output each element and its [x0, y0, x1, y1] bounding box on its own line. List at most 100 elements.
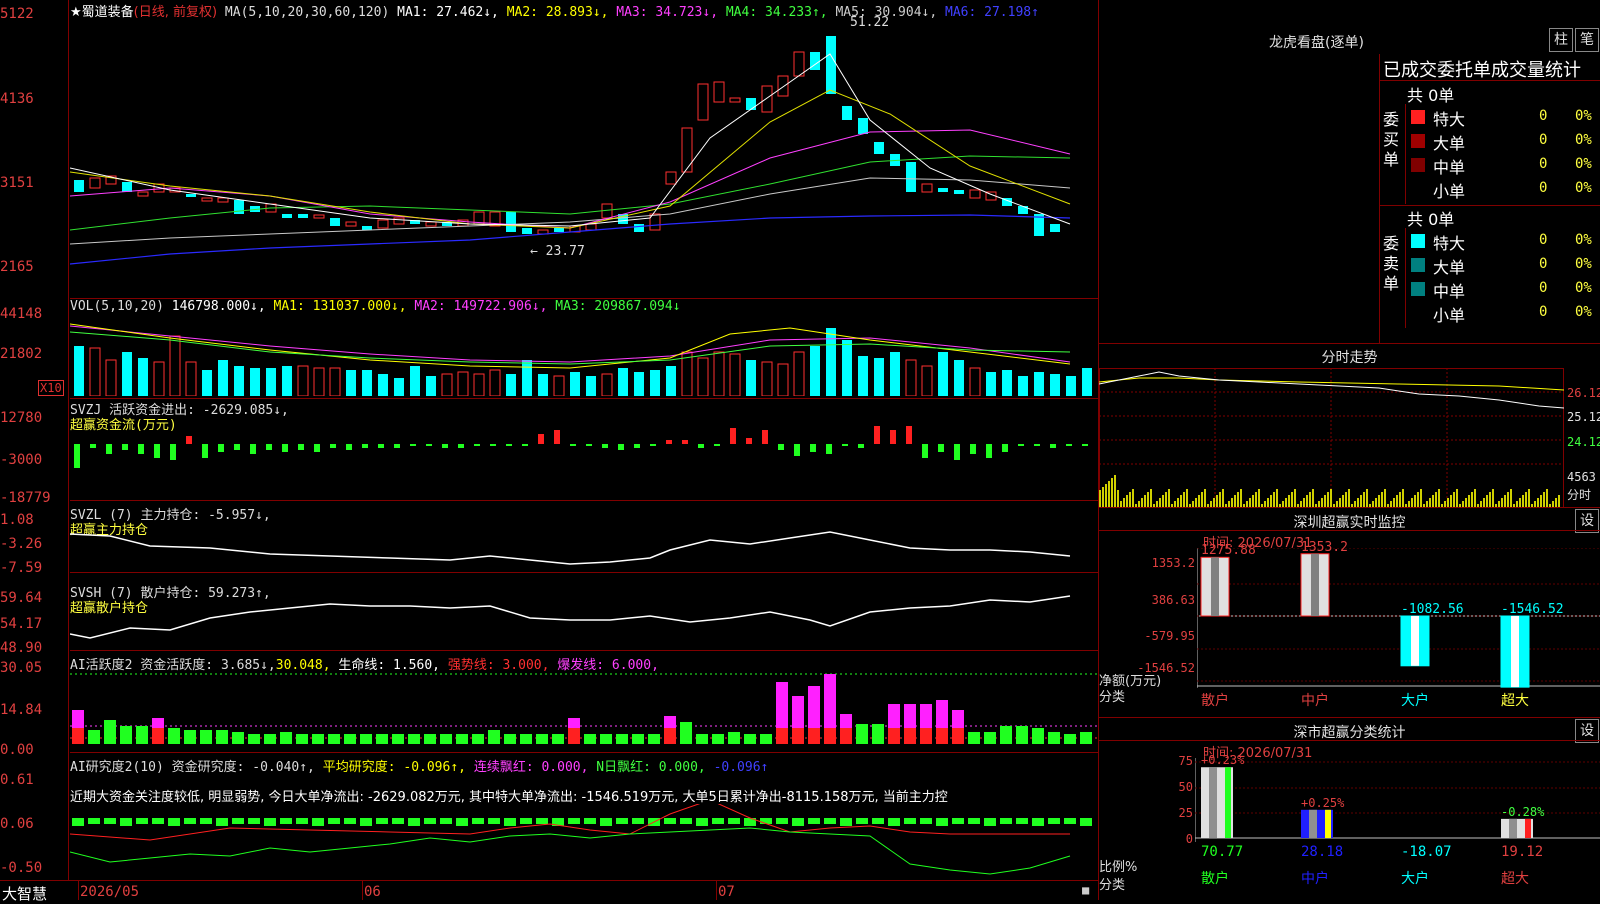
sell-swatch: [1411, 306, 1425, 320]
ai2-tick: 0.06: [0, 816, 34, 832]
sell-row-pct: 0%: [1575, 232, 1592, 248]
intraday-panel[interactable]: 分时走势 26.12 25.12 24.12 4563 分时: [1099, 343, 1600, 508]
ai2-commentary: 近期大资金关注度较低, 明显弱势, 今日大单净流出: -2629.082万元, …: [70, 790, 948, 805]
volume-header: VOL(5,10,20) 146798.000↓, MA1: 131037.00…: [70, 299, 681, 314]
ai2-tick: -0.50: [0, 860, 43, 876]
buy-label: 委买单: [1383, 110, 1400, 169]
intraday-volume: 4563: [1567, 470, 1596, 484]
classstat-bar-value: 70.77: [1201, 844, 1244, 860]
sell-row-value: 0: [1539, 280, 1548, 296]
buy-row-value: 0: [1539, 132, 1548, 148]
candles: [74, 36, 1060, 236]
classstat-bar-value: 28.18: [1301, 844, 1344, 860]
intraday-price: 25.12: [1567, 410, 1600, 424]
sell-row-pct: 0%: [1575, 256, 1592, 272]
monitor-bar-value: 1353.2: [1301, 539, 1348, 555]
sell-row-value: 0: [1539, 304, 1548, 320]
monitor-bar-value: -1546.52: [1501, 602, 1564, 617]
svzj-chart: [74, 426, 1088, 468]
svzl-tick: -7.59: [0, 560, 43, 576]
classstat-panel[interactable]: 深市超赢分类统计 设 时间: 2026/07/31 75 50 25 0 比例%…: [1099, 717, 1600, 901]
classstat-category: 超大: [1501, 871, 1529, 887]
ai2-tick: 0.61: [0, 772, 34, 788]
price-tick: 5122: [0, 6, 34, 22]
sell-swatch: [1411, 234, 1425, 248]
svzj-tick: -3000: [0, 452, 43, 468]
classstat-bar-value: -18.07: [1401, 844, 1452, 860]
intraday-title: 分时走势: [1321, 350, 1378, 366]
classstat-chart: [1195, 758, 1600, 842]
vol-tick: 21802: [0, 346, 43, 362]
classstat-bar-pct: +0.23%: [1201, 753, 1245, 768]
brand: 大智慧: [2, 885, 48, 903]
monitor-chart: [1197, 548, 1600, 688]
classstat-category: 大户: [1401, 871, 1429, 887]
intraday-chart: [1099, 368, 1564, 508]
ai1-tick: 30.05: [0, 660, 43, 676]
sell-label: 委卖单: [1383, 234, 1400, 293]
vol-tick: 44148: [0, 306, 43, 322]
lock-icon[interactable]: ■: [1082, 883, 1089, 897]
sell-total: 共 0单: [1407, 210, 1455, 229]
svzl-tick: -3.26: [0, 536, 43, 552]
buy-swatch: [1411, 134, 1425, 148]
classstat-axis-label: 0: [1185, 832, 1193, 846]
buy-row-label: 特大: [1433, 110, 1466, 129]
price-tick: 2165: [0, 259, 34, 275]
ai1-chart: [70, 673, 1098, 744]
ai2-header: AI研究度2(10) 资金研究度: -0.040↑, 平均研究度: -0.096…: [70, 760, 769, 775]
sell-swatch: [1411, 282, 1425, 296]
svsh-chart: [70, 595, 1071, 639]
classstat-axis-label: 25: [1178, 806, 1193, 820]
svzl-tick: 1.08: [0, 512, 34, 528]
buy-row-value: 0: [1539, 108, 1548, 124]
sell-row-label: 大单: [1433, 258, 1466, 277]
classstat-axis-label: 50: [1178, 780, 1193, 794]
buy-swatch: [1411, 158, 1425, 172]
monitor-title: 深圳超赢实时监控: [1293, 515, 1406, 531]
svsh-tick: 59.64: [0, 590, 43, 606]
buy-row-value: 0: [1539, 156, 1548, 172]
price-tick: 4136: [0, 91, 34, 107]
date-tick: 06: [364, 884, 381, 900]
dragon-header: 已成交委托单成交量统计: [1383, 60, 1581, 81]
ai1-tick: 0.00: [0, 742, 34, 758]
classstat-ylabel: 比例%: [1099, 860, 1138, 875]
monitor-bar: [1500, 615, 1530, 688]
monitor-axis-label: -579.95: [1144, 629, 1195, 643]
sell-row-pct: 0%: [1575, 280, 1592, 296]
buy-row-pct: 0%: [1575, 156, 1592, 172]
volume-chart: [70, 323, 1092, 396]
monitor-bar-value: -1082.56: [1401, 602, 1464, 617]
monitor-bar: [1300, 553, 1330, 617]
classstat-xlabel: 分类: [1099, 878, 1126, 893]
tick-mode-button[interactable]: 笔: [1575, 28, 1599, 52]
intraday-price: 24.12: [1567, 435, 1600, 449]
monitor-panel[interactable]: 深圳超赢实时监控 设 时间: 2026/07/31 1353.2 386.63 …: [1099, 507, 1600, 718]
buy-row-pct: 0%: [1575, 180, 1592, 196]
date-tick: 07: [718, 884, 735, 900]
sell-row-label: 中单: [1433, 282, 1466, 301]
monitor-xlabel: 分类: [1099, 690, 1126, 705]
monitor-axis-label: 1353.2: [1151, 556, 1195, 570]
buy-row-value: 0: [1539, 180, 1548, 196]
classstat-bar: [1501, 818, 1533, 838]
classstat-axis-label: 75: [1178, 754, 1193, 768]
sell-swatch: [1411, 258, 1425, 272]
intraday-price: 26.12: [1567, 386, 1600, 400]
monitor-category: 超大: [1501, 693, 1529, 709]
sell-row-pct: 0%: [1575, 304, 1592, 320]
bottom-axis: 大智慧 2026/05 06 07 ■: [0, 880, 1098, 903]
intraday-unit: 分时: [1567, 488, 1592, 502]
bar-mode-button[interactable]: 柱: [1549, 28, 1573, 52]
monitor-axis-label: 386.63: [1151, 593, 1195, 607]
classstat-title: 深市超赢分类统计: [1293, 725, 1406, 741]
classstat-bar-pct: +0.25%: [1301, 795, 1345, 810]
buy-row-label: 小单: [1433, 182, 1466, 201]
monitor-category: 大户: [1401, 693, 1429, 709]
ai1-tick: 14.84: [0, 702, 43, 718]
ma1-line: [70, 53, 1071, 227]
dragon-title: 龙虎看盘(逐单): [1269, 35, 1364, 51]
svsh-tick: 54.17: [0, 616, 43, 632]
sell-row-value: 0: [1539, 232, 1548, 248]
